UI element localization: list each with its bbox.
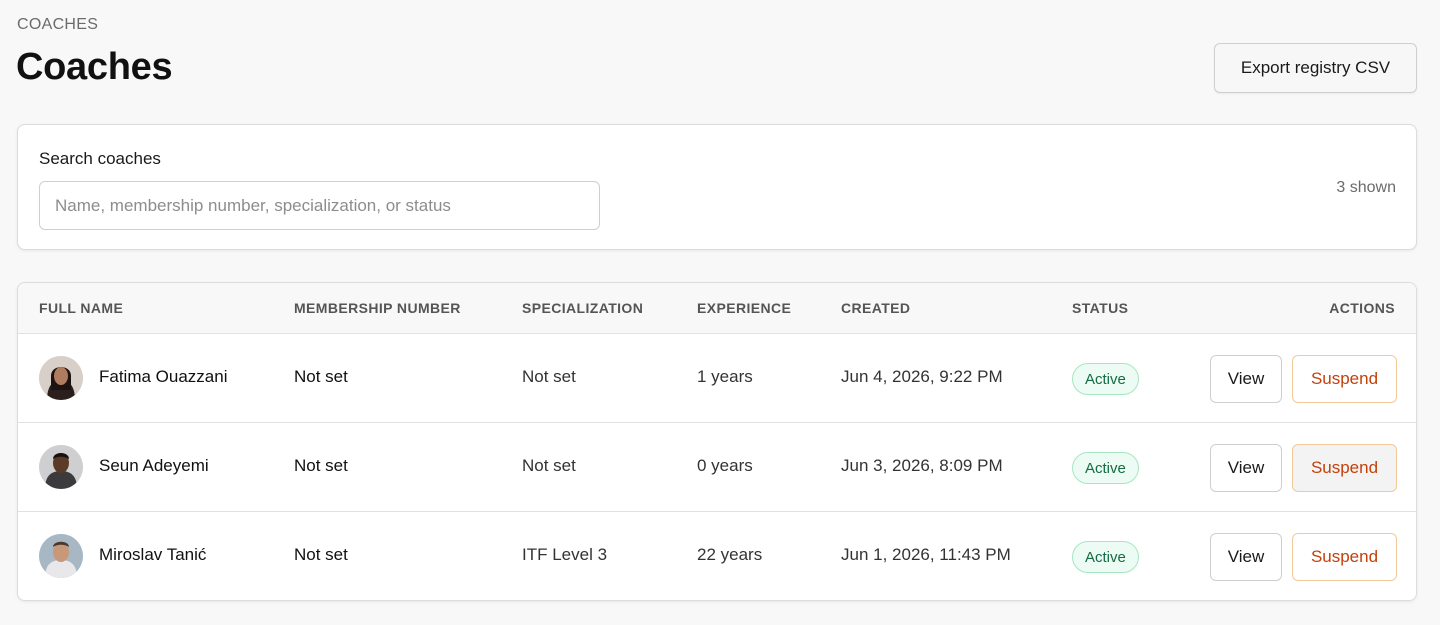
column-header-membership-number[interactable]: MEMBERSHIP NUMBER [294,300,461,316]
coach-name: Fatima Ouazzani [99,367,228,386]
page-title: Coaches [16,46,173,88]
table-header: FULL NAME MEMBERSHIP NUMBER SPECIALIZATI… [18,283,1416,334]
avatar [39,534,83,578]
status-badge: Active [1072,452,1139,484]
suspend-button[interactable]: Suspend [1292,355,1397,403]
results-count: 3 shown [1336,179,1396,196]
specialization: ITF Level 3 [522,545,608,564]
created-date: Jun 1, 2026, 11:43 PM [841,545,1011,564]
view-button[interactable]: View [1210,533,1282,581]
suspend-button[interactable]: Suspend [1292,533,1397,581]
membership-number: Not set [294,545,348,564]
specialization: Not set [522,367,576,386]
search-label: Search coaches [39,149,161,168]
coaches-table: FULL NAME MEMBERSHIP NUMBER SPECIALIZATI… [17,282,1417,601]
status-badge: Active [1072,363,1139,395]
suspend-button[interactable]: Suspend [1292,444,1397,492]
column-header-actions: ACTIONS [1329,300,1395,316]
view-button[interactable]: View [1210,444,1282,492]
column-header-specialization[interactable]: SPECIALIZATION [522,300,643,316]
experience: 22 years [697,545,763,564]
experience: 0 years [697,456,753,475]
search-panel: Search coaches 3 shown [17,124,1417,250]
coaches-page: COACHES Coaches Export registry CSV Sear… [0,0,1440,625]
specialization: Not set [522,456,576,475]
table-row: Seun Adeyemi Not set Not set 0 years Jun… [18,423,1416,512]
membership-number: Not set [294,367,348,386]
avatar [39,445,83,489]
column-header-full-name[interactable]: FULL NAME [39,300,123,316]
search-input[interactable] [39,181,600,230]
column-header-status[interactable]: STATUS [1072,300,1128,316]
status-badge: Active [1072,541,1139,573]
created-date: Jun 4, 2026, 9:22 PM [841,367,1003,386]
coach-name: Miroslav Tanić [99,545,207,564]
table-row: Fatima Ouazzani Not set Not set 1 years … [18,334,1416,423]
column-header-experience[interactable]: EXPERIENCE [697,300,791,316]
experience: 1 years [697,367,753,386]
table-row: Miroslav Tanić Not set ITF Level 3 22 ye… [18,512,1416,600]
view-button[interactable]: View [1210,355,1282,403]
membership-number: Not set [294,456,348,475]
column-header-created[interactable]: CREATED [841,300,910,316]
export-registry-csv-button[interactable]: Export registry CSV [1214,43,1417,93]
coach-name: Seun Adeyemi [99,456,209,475]
created-date: Jun 3, 2026, 8:09 PM [841,456,1003,475]
breadcrumb: COACHES [17,16,99,33]
avatar [39,356,83,400]
